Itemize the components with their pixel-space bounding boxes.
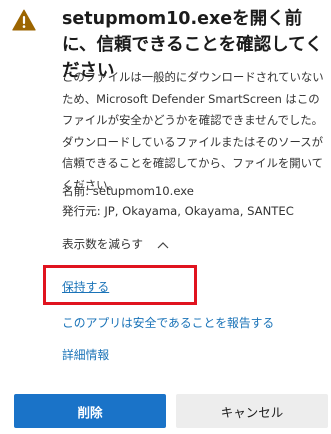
publisher: 発行元: JP, Okayama, Okayama, SANTEC [62,204,294,218]
keep-link[interactable]: 保持する [62,278,109,296]
more-info-link[interactable]: 詳細情報 [62,346,109,364]
chevron-up-icon [157,242,169,249]
file-name: 名前: setupmom10.exe [62,184,194,198]
warning-icon [12,9,36,31]
delete-button[interactable]: 削除 [14,394,166,428]
report-safe-link[interactable]: このアプリは安全であることを報告する [62,314,274,332]
show-less-label: 表示数を減らす [62,237,143,251]
dialog-description: このファイルは一般的にダウンロードされていないため、Microsoft Defe… [62,70,324,192]
cancel-button[interactable]: キャンセル [176,394,328,428]
show-less-toggle[interactable]: 表示数を減らす [62,235,169,253]
